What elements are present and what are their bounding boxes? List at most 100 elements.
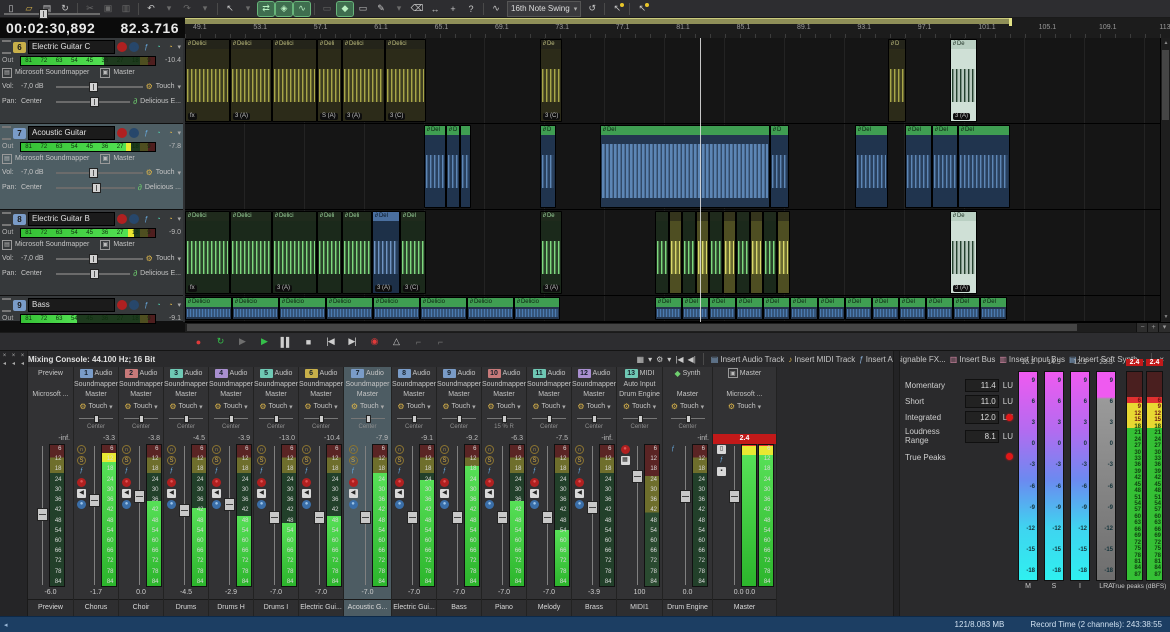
- audio-clip[interactable]: ∂Del: [872, 297, 899, 320]
- clip-header[interactable]: ∂Del: [846, 298, 871, 307]
- mixer-strip[interactable]: 13MIDIAuto InputDrum Engine⚙Touch▾Center…: [617, 367, 663, 616]
- clip-header[interactable]: ∂Delici: [231, 40, 271, 49]
- strip-name-label[interactable]: Preview: [28, 599, 73, 616]
- clip-header[interactable]: ∂Delicio: [327, 298, 372, 307]
- strip-automation-mode[interactable]: Touch: [88, 403, 107, 410]
- strip-automation-caret-icon[interactable]: ▾: [244, 403, 248, 411]
- strip-automation-caret-icon[interactable]: ▾: [653, 403, 657, 411]
- strip-fx-icon[interactable]: ƒ: [575, 467, 584, 476]
- track-arm-icon[interactable]: ●: [117, 300, 127, 310]
- strip-pan-slider[interactable]: [169, 415, 203, 423]
- strip-automation-gear-icon[interactable]: ⚙: [79, 402, 86, 411]
- strip-automation-caret-icon[interactable]: ▾: [427, 403, 431, 411]
- strip-fader[interactable]: [632, 444, 643, 587]
- strip-fx-icon[interactable]: ƒ: [212, 467, 221, 476]
- clip-header[interactable]: ∂Delici: [273, 212, 316, 221]
- pointer-caret-icon[interactable]: ▾: [240, 2, 256, 16]
- track-device[interactable]: Microsoft Soundmapper: [15, 155, 89, 162]
- automation-mode[interactable]: Touch: [156, 255, 175, 262]
- strip-fader-value[interactable]: -7.0: [299, 587, 343, 599]
- strip-fader[interactable]: [497, 444, 508, 587]
- track-fx-icon[interactable]: ƒ: [141, 128, 151, 138]
- audio-clip[interactable]: [763, 211, 777, 294]
- volume-slider[interactable]: [56, 168, 143, 178]
- strip-phones-icon[interactable]: ∩: [440, 445, 449, 454]
- strip-solo-icon[interactable]: S: [167, 456, 176, 465]
- automation-mode[interactable]: Touch: [156, 169, 175, 176]
- strip-device[interactable]: Soundmapper: [299, 381, 343, 388]
- audio-clip[interactable]: ∂D: [888, 39, 906, 122]
- strip-device[interactable]: Soundmapper: [572, 381, 616, 388]
- strip-arm-icon[interactable]: ●: [349, 478, 358, 487]
- selection-tool-icon[interactable]: ▭: [355, 2, 371, 16]
- strip-bus[interactable]: Master: [175, 391, 196, 398]
- strip-fader-value[interactable]: 0.0: [119, 587, 163, 599]
- strip-phones-icon[interactable]: ∩: [77, 445, 86, 454]
- strip-name-label[interactable]: Choir: [119, 599, 163, 616]
- strip-bus[interactable]: Master: [265, 391, 286, 398]
- clip-header[interactable]: ∂De: [541, 40, 561, 49]
- strip-fx-icon[interactable]: ƒ: [440, 467, 449, 476]
- swing-select-caret-icon[interactable]: ▾: [574, 5, 578, 13]
- strip-device[interactable]: Soundmapper: [209, 381, 253, 388]
- clip-header[interactable]: [737, 212, 749, 221]
- audio-clip[interactable]: ∂De3 (A): [540, 211, 562, 294]
- volume-slider-handle[interactable]: [89, 168, 98, 178]
- strip-automation-caret-icon[interactable]: ▾: [289, 403, 293, 411]
- track-menu-caret-icon[interactable]: ▾: [177, 129, 181, 137]
- stop-button[interactable]: ■: [300, 335, 316, 349]
- audio-clip[interactable]: ∂Del: [763, 297, 790, 320]
- strip-fader-handle[interactable]: [452, 511, 463, 524]
- strip-pan-slider[interactable]: [623, 415, 657, 423]
- audio-clip[interactable]: ∂Delici3 (A): [342, 39, 385, 122]
- redo-caret-icon[interactable]: ▾: [197, 2, 213, 16]
- strip-bus[interactable]: Master: [310, 391, 331, 398]
- strip-solo-icon[interactable]: S: [575, 456, 584, 465]
- track-name-input[interactable]: Acoustic Guitar: [28, 126, 115, 140]
- strip-downmix-icon[interactable]: ●: [440, 500, 449, 509]
- strip-fader-value[interactable]: -2.9: [209, 587, 253, 599]
- strip-fader[interactable]: [407, 444, 418, 587]
- audio-clip[interactable]: ∂Delici3 (A): [230, 39, 272, 122]
- strip-input-monitor-icon[interactable]: ◀: [77, 489, 86, 498]
- strip-fader-value[interactable]: -7.0: [392, 587, 436, 599]
- strip-fader-value[interactable]: -7.0: [482, 587, 526, 599]
- audio-clip[interactable]: ∂Delicio: [514, 297, 560, 320]
- strip-pan-handle[interactable]: [184, 415, 189, 423]
- track-lane[interactable]: ∂Del∂D∂D∂Del∂D∂Del∂Del∂Del∂Del: [185, 124, 1170, 210]
- track-freeze-icon[interactable]: ◔: [153, 128, 163, 138]
- strip-input-monitor-icon[interactable]: ◀: [212, 489, 221, 498]
- strip-pan-handle[interactable]: [412, 415, 417, 423]
- pan-slider-handle[interactable]: [90, 269, 99, 279]
- track-grip-icon[interactable]: [2, 126, 11, 140]
- paste-icon[interactable]: ▥: [118, 2, 134, 16]
- automation-caret-icon[interactable]: ▾: [177, 169, 181, 177]
- paint-caret-icon[interactable]: ▾: [391, 2, 407, 16]
- strip-bus[interactable]: Microsoft ...: [726, 391, 762, 398]
- track-more-fx-icon[interactable]: ◔: [165, 300, 175, 310]
- interactive-tutorial-icon[interactable]: ↖: [609, 2, 625, 16]
- strip-fx-icon[interactable]: ƒ: [122, 467, 131, 476]
- groove-erase-icon[interactable]: ↺: [584, 2, 600, 16]
- strip-solo-icon[interactable]: S: [122, 456, 131, 465]
- strip-input-monitor-icon[interactable]: ◀: [575, 489, 584, 498]
- strip-solo-icon[interactable]: S: [395, 456, 404, 465]
- automation-gear-icon[interactable]: ⚙: [146, 254, 153, 263]
- track-name-input[interactable]: Electric Guitar C: [28, 40, 115, 54]
- mixer-strip[interactable]: 9AudioSoundmapperMaster⚙Touch▾Center-9.2…: [437, 367, 482, 616]
- strip-input-monitor-icon[interactable]: ◀: [349, 489, 358, 498]
- audio-clip[interactable]: ∂Del: [655, 297, 682, 320]
- strip-fx-icon[interactable]: ƒ: [302, 467, 311, 476]
- strip-fader-handle[interactable]: [134, 490, 145, 503]
- strip-automation-caret-icon[interactable]: ▾: [109, 403, 113, 411]
- strip-phones-icon[interactable]: ∩: [485, 445, 494, 454]
- strip-automation-gear-icon[interactable]: ⚙: [397, 402, 404, 411]
- dock-collapse-icon[interactable]: ◂: [10, 361, 17, 368]
- strip-automation-gear-icon[interactable]: ⚙: [532, 402, 539, 411]
- strip-arm-icon[interactable]: ●: [395, 478, 404, 487]
- strip-fx-icon[interactable]: ƒ: [485, 467, 494, 476]
- clip-header[interactable]: ∂Del: [791, 298, 817, 307]
- track-name-input[interactable]: Electric Guitar B: [28, 212, 115, 226]
- tempo-slider-handle[interactable]: [39, 9, 48, 19]
- track-menu-caret-icon[interactable]: ▾: [177, 43, 181, 51]
